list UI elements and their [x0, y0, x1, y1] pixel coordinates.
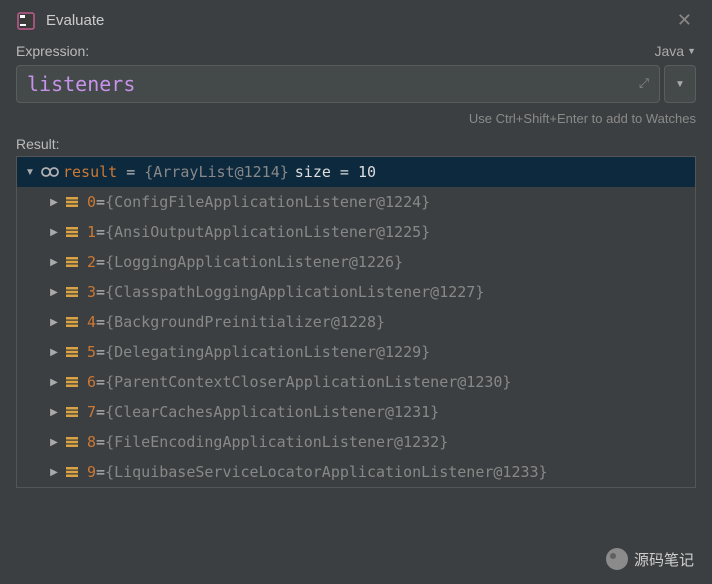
item-index: 3	[87, 283, 96, 301]
expand-icon[interactable]: ⤢	[639, 77, 649, 92]
item-value: {ClearCachesApplicationListener@1231}	[105, 403, 439, 421]
hint-text: Use Ctrl+Shift+Enter to add to Watches	[16, 111, 696, 126]
disclosure-triangle-icon[interactable]: ▶	[47, 437, 61, 448]
item-value: {LoggingApplicationListener@1226}	[105, 253, 403, 271]
intellij-icon	[16, 11, 36, 31]
result-label: Result:	[16, 136, 696, 152]
element-icon	[65, 435, 81, 449]
tree-row[interactable]: ▶7 = {ClearCachesApplicationListener@123…	[17, 397, 695, 427]
element-icon	[65, 255, 81, 269]
item-index: 4	[87, 313, 96, 331]
disclosure-triangle-icon[interactable]: ▶	[47, 407, 61, 418]
language-dropdown[interactable]: Java ▼	[655, 43, 697, 59]
result-tree: ▼ result = {ArrayList@1214} size = 10 ▶ 0…	[16, 156, 696, 488]
tree-row[interactable]: ▶0 = {ConfigFileApplicationListener@1224…	[17, 187, 695, 217]
tree-row[interactable]: ▶1 = {AnsiOutputApplicationListener@1225…	[17, 217, 695, 247]
disclosure-triangle-icon[interactable]: ▶	[47, 227, 61, 238]
disclosure-triangle-icon[interactable]: ▶	[47, 257, 61, 268]
window-title: Evaluate	[46, 12, 673, 29]
item-value: {ConfigFileApplicationListener@1224}	[105, 193, 430, 211]
item-index: 8	[87, 433, 96, 451]
language-value: Java	[655, 43, 685, 59]
close-icon[interactable]: ✕	[673, 10, 696, 31]
element-icon	[65, 195, 81, 209]
chevron-down-icon: ▼	[687, 46, 696, 56]
expression-label: Expression:	[16, 43, 89, 59]
tree-row[interactable]: ▶5 = {DelegatingApplicationListener@1229…	[17, 337, 695, 367]
tree-row[interactable]: ▶8 = {FileEncodingApplicationListener@12…	[17, 427, 695, 457]
item-value: {AnsiOutputApplicationListener@1225}	[105, 223, 430, 241]
watermark: 源码笔记	[606, 548, 694, 570]
item-index: 1	[87, 223, 96, 241]
item-value: {LiquibaseServiceLocatorApplicationListe…	[105, 463, 548, 481]
item-value: {FileEncodingApplicationListener@1232}	[105, 433, 448, 451]
item-value: {ParentContextCloserApplicationListener@…	[105, 373, 511, 391]
disclosure-triangle-icon[interactable]: ▶	[47, 287, 61, 298]
disclosure-triangle-icon[interactable]: ▶	[47, 347, 61, 358]
item-index: 9	[87, 463, 96, 481]
item-value: {DelegatingApplicationListener@1229}	[105, 343, 430, 361]
tree-row[interactable]: ▶6 = {ParentContextCloserApplicationList…	[17, 367, 695, 397]
disclosure-triangle-icon[interactable]: ▼	[23, 167, 37, 178]
tree-row[interactable]: ▶2 = {LoggingApplicationListener@1226}	[17, 247, 695, 277]
expression-input[interactable]: listeners ⤢	[16, 65, 660, 103]
item-value: {ClasspathLoggingApplicationListener@122…	[105, 283, 484, 301]
item-value: {BackgroundPreinitializer@1228}	[105, 313, 385, 331]
item-index: 7	[87, 403, 96, 421]
item-index: 5	[87, 343, 96, 361]
element-icon	[65, 285, 81, 299]
tree-row[interactable]: ▶9 = {LiquibaseServiceLocatorApplication…	[17, 457, 695, 487]
chevron-down-icon: ▼	[675, 79, 685, 90]
title-bar: Evaluate ✕	[0, 0, 712, 37]
root-name: result	[63, 163, 117, 181]
root-type: {ArrayList@1214}	[144, 163, 289, 181]
element-icon	[65, 405, 81, 419]
element-icon	[65, 375, 81, 389]
element-icon	[65, 315, 81, 329]
disclosure-triangle-icon[interactable]: ▶	[47, 317, 61, 328]
wechat-icon	[606, 548, 628, 570]
root-size: size = 10	[295, 163, 376, 181]
watch-icon	[41, 165, 57, 179]
item-index: 2	[87, 253, 96, 271]
disclosure-triangle-icon[interactable]: ▶	[47, 197, 61, 208]
item-index: 0	[87, 193, 96, 211]
element-icon	[65, 225, 81, 239]
disclosure-triangle-icon[interactable]: ▶	[47, 467, 61, 478]
element-icon	[65, 465, 81, 479]
history-dropdown-button[interactable]: ▼	[664, 65, 696, 103]
item-index: 6	[87, 373, 96, 391]
element-icon	[65, 345, 81, 359]
tree-root-row[interactable]: ▼ result = {ArrayList@1214} size = 10	[17, 157, 695, 187]
tree-row[interactable]: ▶4 = {BackgroundPreinitializer@1228}	[17, 307, 695, 337]
tree-row[interactable]: ▶3 = {ClasspathLoggingApplicationListene…	[17, 277, 695, 307]
disclosure-triangle-icon[interactable]: ▶	[47, 377, 61, 388]
